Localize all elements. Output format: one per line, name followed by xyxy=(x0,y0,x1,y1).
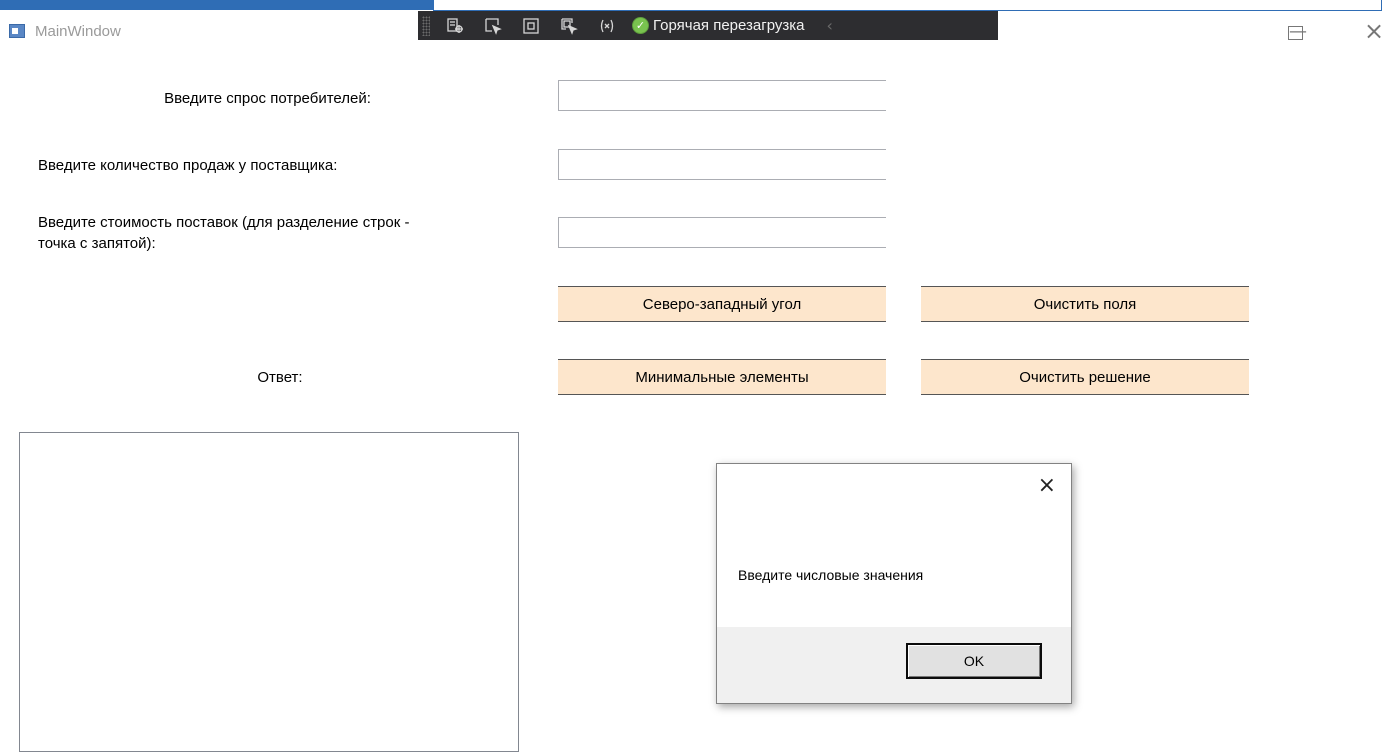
min-elements-button[interactable]: Минимальные элементы xyxy=(558,359,886,395)
hot-reload-label: Горячая перезагрузка xyxy=(653,17,805,34)
hot-reload-status[interactable]: ✓ Горячая перезагрузка xyxy=(632,17,805,34)
collapse-toolbar-chevron-icon[interactable]: ‹ xyxy=(827,16,833,35)
message-dialog: × Введите числовые значения OK xyxy=(716,463,1072,704)
dialog-message: Введите числовые значения xyxy=(738,567,924,583)
dialog-close-button[interactable]: × xyxy=(1038,474,1056,498)
sales-input[interactable] xyxy=(558,149,886,180)
answer-label: Ответ: xyxy=(257,369,303,386)
debug-toolbar: ✓ Горячая перезагрузка ‹ xyxy=(418,11,998,40)
dialog-footer: OK xyxy=(717,627,1071,703)
window-title: MainWindow xyxy=(35,23,121,40)
clear-solution-button[interactable]: Очистить решение xyxy=(921,359,1249,395)
clear-fields-button[interactable]: Очистить поля xyxy=(921,286,1249,322)
top-accent-outline xyxy=(433,0,1382,11)
top-accent-strip xyxy=(0,0,433,10)
demand-label: Введите спрос потребителей: xyxy=(164,90,371,107)
app-window-icon xyxy=(9,24,25,38)
select-element-icon[interactable] xyxy=(483,17,503,35)
binding-failures-icon[interactable] xyxy=(597,17,617,35)
ok-button[interactable]: OK xyxy=(906,643,1042,679)
live-visual-tree-icon[interactable] xyxy=(445,17,465,35)
answer-textbox[interactable] xyxy=(19,432,519,752)
cost-label: Введите стоимость поставок (для разделен… xyxy=(38,214,410,252)
sales-label: Введите количество продаж у поставщика: xyxy=(38,157,338,174)
toolbar-grip-icon[interactable] xyxy=(422,15,430,36)
close-window-button[interactable]: × xyxy=(1360,14,1388,48)
maximize-button[interactable] xyxy=(1288,26,1303,40)
cost-input[interactable] xyxy=(558,217,886,248)
display-layout-adorners-icon[interactable] xyxy=(521,17,541,35)
northwest-corner-button[interactable]: Северо-западный угол xyxy=(558,286,886,322)
track-focused-element-icon[interactable] xyxy=(559,17,579,35)
demand-input[interactable] xyxy=(558,80,886,111)
check-circle-icon: ✓ xyxy=(632,17,649,34)
